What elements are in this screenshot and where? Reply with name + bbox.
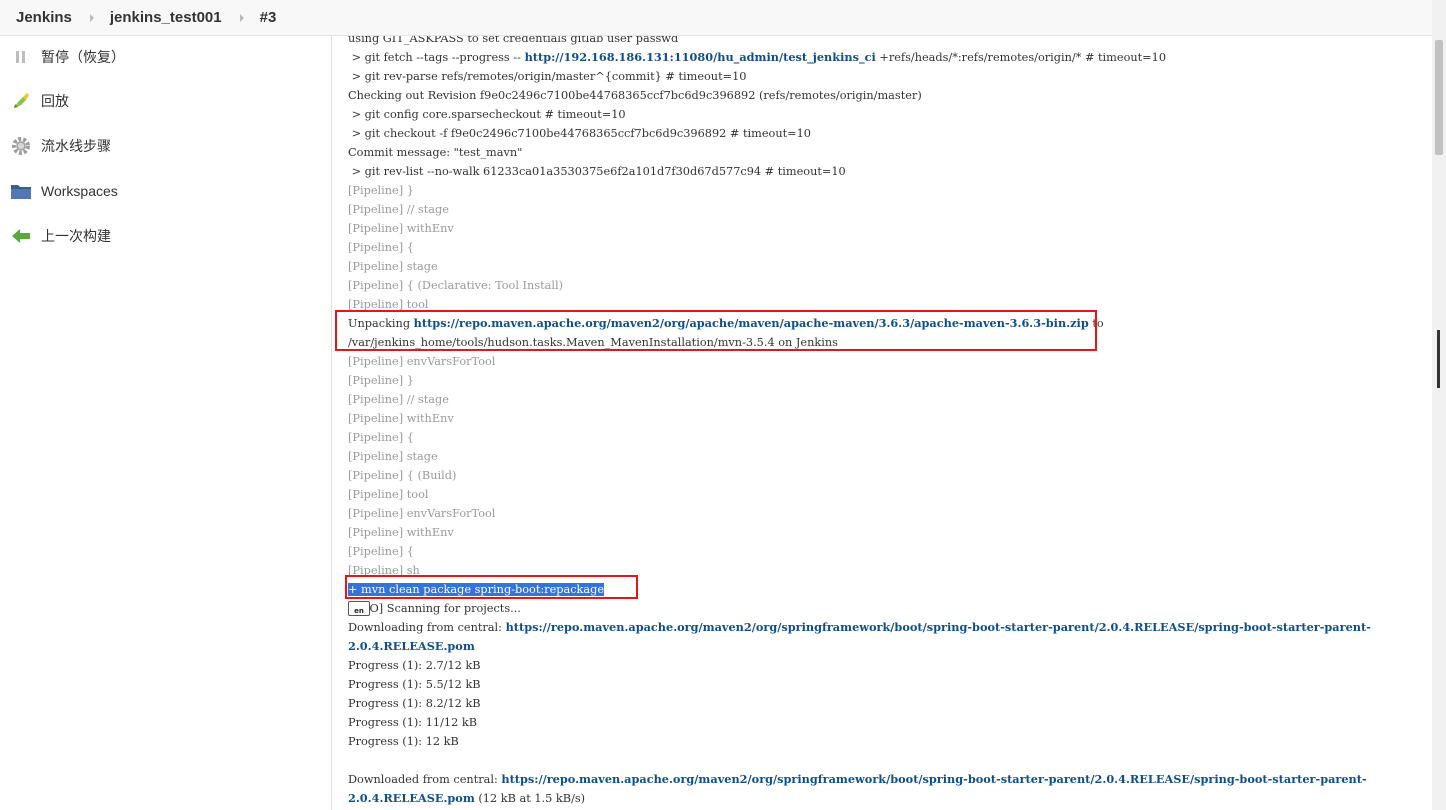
- breadcrumb: Jenkins jenkins_test001 #3: [0, 0, 1432, 36]
- breadcrumb-build[interactable]: #3: [260, 9, 277, 26]
- console-text: to: [1088, 317, 1104, 330]
- console-text: > git fetch --tags --progress --: [348, 51, 525, 64]
- console-line: [Pipeline] {: [348, 431, 414, 444]
- console-line: [Pipeline] tool: [348, 298, 429, 311]
- console-line: > git fetch --tags --progress -- http://…: [348, 48, 1166, 67]
- console-line: using GIT_ASKPASS to set credentials git…: [348, 36, 679, 45]
- console-line: [Pipeline] stage: [348, 450, 438, 463]
- console-link[interactable]: 2.0.4.RELEASE.pom: [348, 639, 475, 653]
- console-line: [Pipeline] envVarsForTool: [348, 355, 496, 368]
- console-link[interactable]: https://repo.maven.apache.org/maven2/org…: [506, 620, 1371, 634]
- console-link[interactable]: https://repo.maven.apache.org/maven2/org…: [501, 772, 1366, 786]
- console-line: > git rev-list --no-walk 61233ca01a35303…: [348, 165, 846, 178]
- console-line: Commit message: "test_mavn": [348, 146, 523, 159]
- gear-icon: [10, 135, 32, 157]
- sidebar-item-label: 流水线步骤: [41, 138, 111, 154]
- sidebar-item-pause[interactable]: 暂停（恢复）: [10, 46, 125, 68]
- console-line: [Pipeline] // stage: [348, 203, 449, 216]
- breadcrumb-chevron-icon: [89, 13, 94, 22]
- sidebar-item-label: 暂停（恢复）: [41, 49, 125, 65]
- console-line: [Pipeline] withEnv: [348, 412, 454, 425]
- sidebar: 暂停（恢复） 回放 流水线步骤 Workspaces 上一次构建: [0, 36, 332, 810]
- sidebar-item-label: 回放: [41, 93, 69, 109]
- breadcrumb-job[interactable]: jenkins_test001: [110, 9, 222, 26]
- console-line: Progress (1): 5.5/12 kB: [348, 678, 481, 691]
- console-line: Downloaded from central: https://repo.ma…: [348, 770, 1367, 789]
- console-line: Progress (1): 8.2/12 kB: [348, 697, 481, 710]
- console-line: + mvn clean package spring-boot:repackag…: [348, 580, 605, 599]
- console-line: 2.0.4.RELEASE.pom (12 kB at 1.5 kB/s): [348, 789, 585, 808]
- console-line: [Pipeline] envVarsForTool: [348, 507, 496, 520]
- console-line: Progress (1): 2.7/12 kB: [348, 659, 481, 672]
- sidebar-item-previous-build[interactable]: 上一次构建: [10, 225, 111, 247]
- console-text: (12 kB at 1.5 kB/s): [474, 792, 586, 805]
- console-link[interactable]: 2.0.4.RELEASE.pom: [348, 791, 475, 805]
- console-line: en O] Scanning for projects...: [348, 599, 521, 618]
- console-line: [Pipeline] }: [348, 374, 414, 387]
- console-line: [Pipeline] { (Build): [348, 469, 457, 482]
- console-text: +refs/heads/*:refs/remotes/origin/* # ti…: [875, 51, 1167, 64]
- console-line: > git checkout -f f9e0c2496c7100be447683…: [348, 127, 811, 140]
- console-text: O] Scanning for projects...: [348, 602, 521, 615]
- console-line: [Pipeline] withEnv: [348, 222, 454, 235]
- folder-icon: [10, 180, 32, 202]
- console-line: [Pipeline] withEnv: [348, 526, 454, 539]
- console-line: [Pipeline] tool: [348, 488, 429, 501]
- ime-language-icon: en: [348, 601, 370, 616]
- console-line: > git rev-parse refs/remotes/origin/mast…: [348, 70, 747, 83]
- console-line: [Pipeline] }: [348, 184, 414, 197]
- console-line: [Pipeline] {: [348, 545, 414, 558]
- console-line: [Pipeline] { (Declarative: Tool Install): [348, 279, 563, 292]
- selected-command-text: + mvn clean package spring-boot:repackag…: [348, 583, 605, 596]
- sidebar-item-workspaces[interactable]: Workspaces: [10, 180, 118, 202]
- console-output[interactable]: using GIT_ASKPASS to set credentials git…: [348, 36, 1428, 810]
- scroll-thumb[interactable]: [1435, 40, 1443, 155]
- console-line: 2.0.4.RELEASE.pom: [348, 637, 475, 656]
- sidebar-item-replay[interactable]: 回放: [10, 90, 69, 112]
- console-line: Progress (1): 11/12 kB: [348, 716, 477, 729]
- console-line: Checking out Revision f9e0c2496c7100be44…: [348, 89, 922, 102]
- arrow-left-icon: [10, 225, 32, 247]
- breadcrumb-chevron-icon: [239, 13, 244, 22]
- console-line: > git config core.sparsecheckout # timeo…: [348, 108, 626, 121]
- console-line: [Pipeline] {: [348, 241, 414, 254]
- console-line: [Pipeline] // stage: [348, 393, 449, 406]
- console-line: Progress (1): 12 kB: [348, 735, 459, 748]
- console-line: /var/jenkins_home/tools/hudson.tasks.Mav…: [348, 336, 838, 349]
- console-text: Downloading from central:: [348, 621, 506, 634]
- pause-icon: [10, 46, 32, 68]
- console-line: [Pipeline] sh: [348, 564, 420, 577]
- page-scrollbar[interactable]: [1432, 0, 1446, 810]
- sidebar-item-label: Workspaces: [41, 183, 118, 199]
- console-text: Unpacking: [348, 317, 414, 330]
- console-line: Unpacking https://repo.maven.apache.org/…: [348, 314, 1104, 333]
- console-link[interactable]: http://192.168.186.131:11080/hu_admin/te…: [525, 50, 876, 64]
- replay-icon: [10, 90, 32, 112]
- sidebar-item-pipeline-steps[interactable]: 流水线步骤: [10, 135, 111, 157]
- console-link[interactable]: https://repo.maven.apache.org/maven2/org…: [414, 316, 1089, 330]
- console-line: Downloading from central: https://repo.m…: [348, 618, 1371, 637]
- sidebar-item-label: 上一次构建: [41, 228, 111, 244]
- console-line: [Pipeline] stage: [348, 260, 438, 273]
- breadcrumb-jenkins[interactable]: Jenkins: [16, 9, 72, 26]
- scroll-marker: [1437, 330, 1440, 388]
- console-text: Downloaded from central:: [348, 773, 502, 786]
